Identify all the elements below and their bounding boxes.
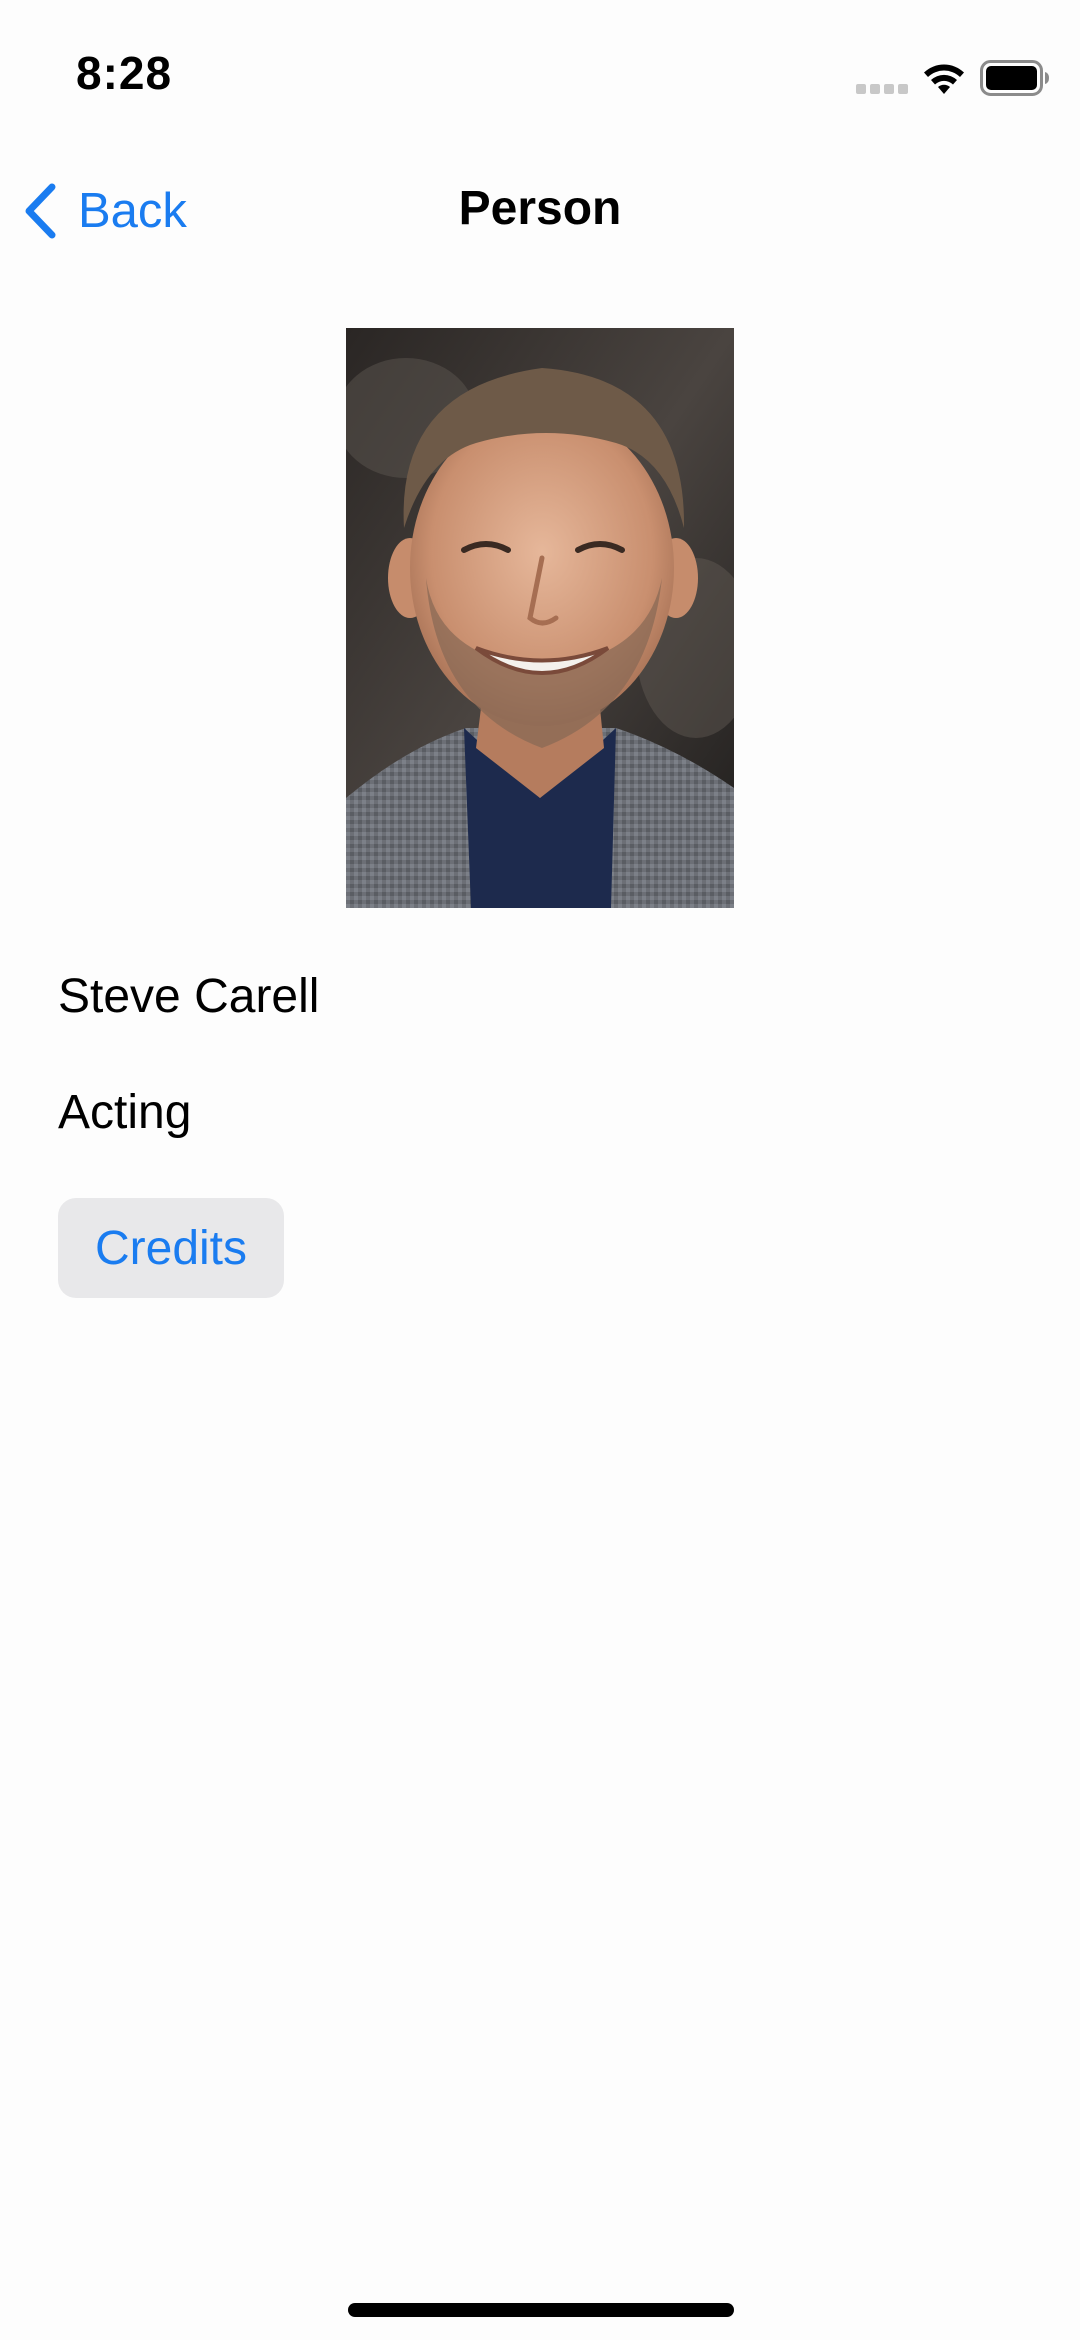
navigation-bar: Person Back	[0, 150, 1080, 270]
person-photo	[346, 328, 734, 908]
home-indicator[interactable]	[348, 2303, 734, 2317]
cellular-signal-icon	[856, 84, 908, 94]
back-button[interactable]: Back	[20, 176, 187, 246]
credits-button-label: Credits	[94, 1221, 248, 1275]
chevron-left-icon	[25, 183, 56, 239]
wifi-icon	[924, 64, 964, 94]
status-bar: 8:28	[0, 0, 1080, 150]
person-photo-image	[346, 328, 734, 908]
credits-button[interactable]: Credits	[58, 1198, 284, 1298]
person-department: Acting	[58, 1086, 192, 1139]
person-name: Steve Carell	[58, 970, 320, 1023]
battery-icon	[980, 60, 1049, 96]
status-time: 8:28	[76, 47, 173, 99]
back-button-label: Back	[78, 184, 187, 238]
